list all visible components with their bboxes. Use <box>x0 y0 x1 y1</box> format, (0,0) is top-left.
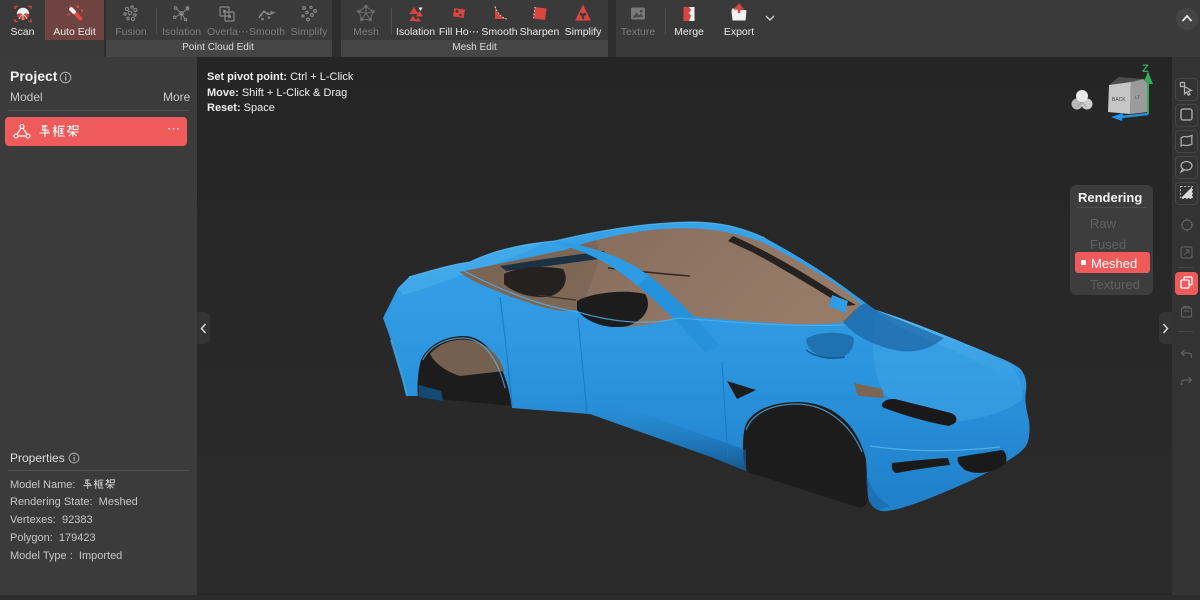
svg-text:LT: LT <box>1135 95 1141 100</box>
svg-text:BACK: BACK <box>1112 97 1126 103</box>
